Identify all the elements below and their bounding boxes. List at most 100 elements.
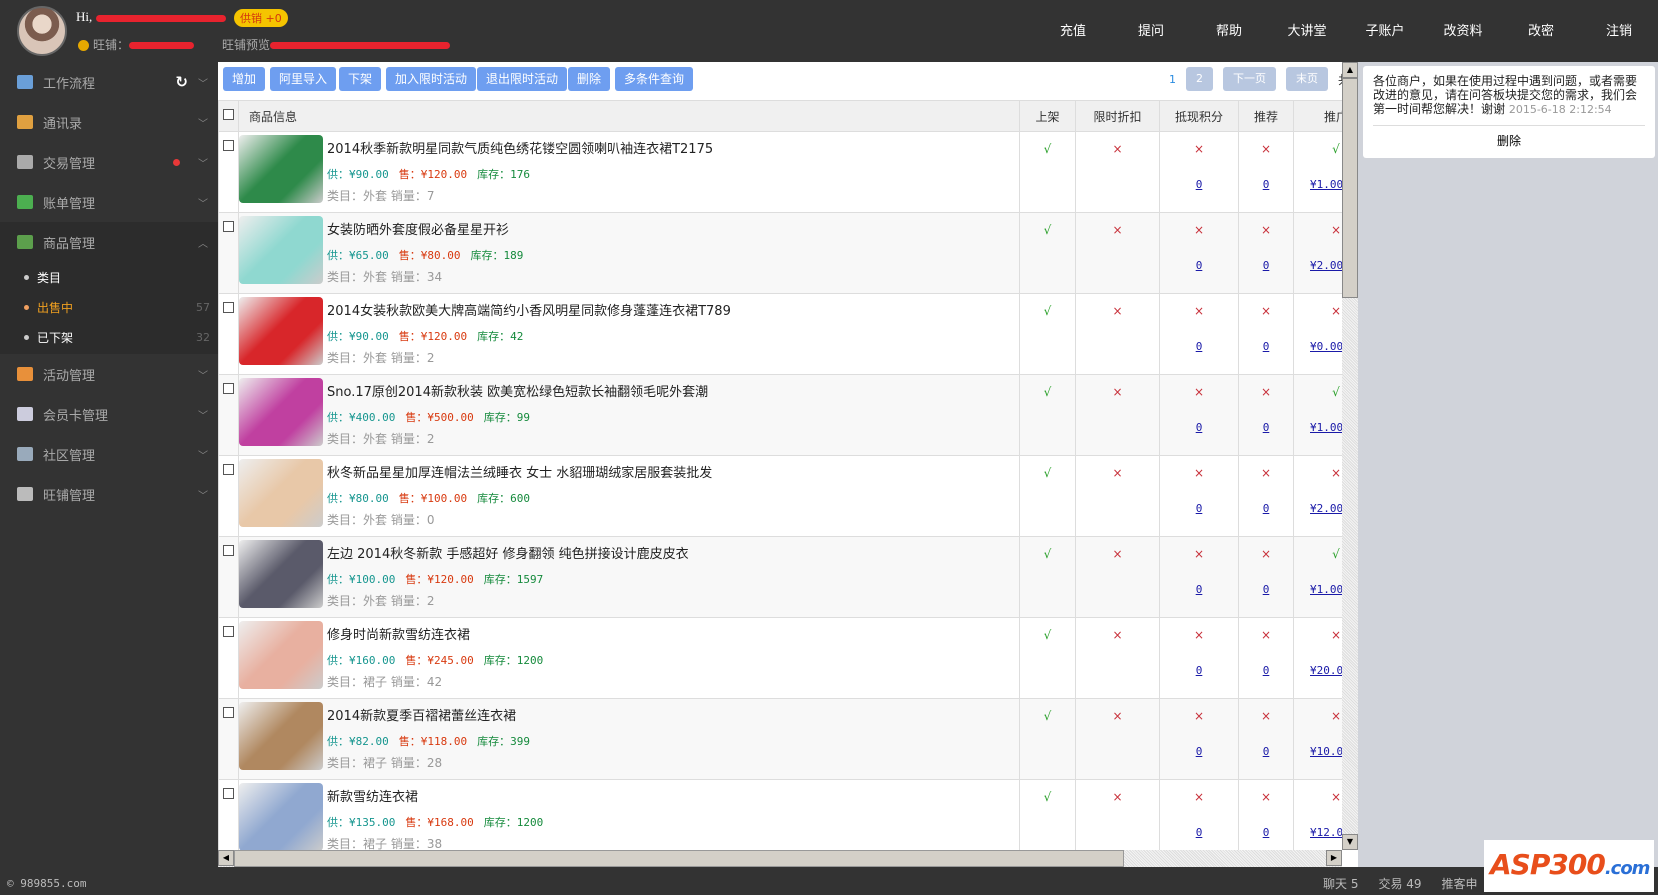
row-select[interactable] <box>218 131 239 213</box>
nav-item-2[interactable]: 帮助 <box>1190 20 1268 39</box>
product-image[interactable] <box>239 702 323 770</box>
product-name[interactable]: 左边 2014秋冬新款 手感超好 修身翻领 纯色拼接设计鹿皮皮衣 <box>327 543 689 562</box>
product-image[interactable] <box>239 378 323 446</box>
points-link[interactable]: 0 <box>1160 340 1238 353</box>
cross-icon[interactable]: × <box>1076 547 1159 561</box>
promoter-apply[interactable]: 推客申 <box>1442 875 1478 892</box>
cross-icon[interactable]: × <box>1076 223 1159 237</box>
toolbar-button-1[interactable]: 阿里导入 <box>270 67 337 91</box>
toolbar-button-6[interactable]: 多条件查询 <box>615 67 694 91</box>
cross-icon[interactable]: × <box>1076 142 1159 156</box>
product-name[interactable]: 秋冬新品星星加厚连帽法兰绒睡衣 女士 水貂珊瑚绒家居服套装批发 <box>327 462 712 481</box>
product-name[interactable]: 修身时尚新款雪纺连衣裙 <box>327 624 543 643</box>
cross-icon[interactable]: × <box>1239 790 1293 804</box>
shop-preview[interactable]: 旺铺预览 <box>222 36 451 53</box>
row-checkbox[interactable] <box>223 545 234 556</box>
cross-icon[interactable]: × <box>1160 790 1238 804</box>
chevron-down-icon[interactable]: ﹀ <box>198 487 208 502</box>
nav-item-0[interactable]: 充值 <box>1034 20 1112 39</box>
column-header-2[interactable]: 限时折扣 <box>1075 100 1160 132</box>
points-link[interactable]: 0 <box>1160 583 1238 596</box>
check-icon[interactable]: √ <box>1020 790 1075 804</box>
product-image[interactable] <box>239 135 323 203</box>
submenu-item-1[interactable]: 出售中 57 <box>0 292 218 322</box>
scroll-down-icon[interactable]: ▼ <box>1342 834 1358 850</box>
cross-icon[interactable]: × <box>1160 547 1238 561</box>
column-header-3[interactable]: 抵现积分 <box>1159 100 1239 132</box>
product-image[interactable] <box>239 216 323 284</box>
cross-icon[interactable]: × <box>1239 547 1293 561</box>
promote-link[interactable]: ¥0.00 <box>1294 340 1342 353</box>
cross-icon[interactable]: × <box>1239 304 1293 318</box>
product-name[interactable]: 女装防晒外套度假必备星星开衫 <box>327 219 523 238</box>
check-icon[interactable]: √ <box>1020 709 1075 723</box>
toolbar-button-5[interactable]: 删除 <box>568 67 611 91</box>
page-2[interactable]: 2 <box>1186 67 1213 91</box>
sidebar-item-8[interactable]: 旺铺管理 ﹀ <box>0 474 218 514</box>
sidebar-item-0[interactable]: 工作流程 ↻ ﹀ <box>0 62 218 102</box>
product-name[interactable]: Sno.17原创2014新款秋装 欧美宽松绿色短款长袖翻领毛呢外套潮 <box>327 381 708 400</box>
product-image[interactable] <box>239 621 323 689</box>
nav-item-1[interactable]: 提问 <box>1112 20 1190 39</box>
cross-icon[interactable]: × <box>1076 304 1159 318</box>
points-link[interactable]: 0 <box>1160 178 1238 191</box>
row-select[interactable] <box>218 455 239 537</box>
promote-link[interactable]: ¥1.00 <box>1294 421 1342 434</box>
check-icon[interactable]: √ <box>1294 142 1342 156</box>
row-checkbox[interactable] <box>223 707 234 718</box>
cross-icon[interactable]: × <box>1239 142 1293 156</box>
points-link[interactable]: 0 <box>1160 664 1238 677</box>
toolbar-button-2[interactable]: 下架 <box>339 67 382 91</box>
promote-link[interactable]: ¥1.00 <box>1294 583 1342 596</box>
next-page-button[interactable]: 下一页 <box>1223 67 1276 91</box>
product-name[interactable]: 2014新款夏季百褶裙蕾丝连衣裙 <box>327 705 530 724</box>
sidebar-item-2[interactable]: 交易管理 ﹀ <box>0 142 218 182</box>
product-image[interactable] <box>239 459 323 527</box>
cross-icon[interactable]: × <box>1294 466 1342 480</box>
select-all[interactable] <box>218 100 239 132</box>
cross-icon[interactable]: × <box>1160 628 1238 642</box>
recommend-link[interactable]: 0 <box>1239 259 1293 272</box>
cross-icon[interactable]: × <box>1239 466 1293 480</box>
cross-icon[interactable]: × <box>1294 709 1342 723</box>
cross-icon[interactable]: × <box>1076 709 1159 723</box>
toolbar-button-3[interactable]: 加入限时活动 <box>386 67 477 91</box>
chevron-up-icon[interactable]: ︿ <box>198 235 208 250</box>
recommend-link[interactable]: 0 <box>1239 421 1293 434</box>
check-icon[interactable]: √ <box>1020 628 1075 642</box>
cross-icon[interactable]: × <box>1076 628 1159 642</box>
chevron-down-icon[interactable]: ﹀ <box>198 75 208 90</box>
chevron-down-icon[interactable]: ﹀ <box>198 155 208 170</box>
recommend-link[interactable]: 0 <box>1239 664 1293 677</box>
column-header-1[interactable]: 上架 <box>1019 100 1076 132</box>
cross-icon[interactable]: × <box>1239 709 1293 723</box>
check-icon[interactable]: √ <box>1020 142 1075 156</box>
sidebar-item-1[interactable]: 通讯录 ﹀ <box>0 102 218 142</box>
nav-item-6[interactable]: 改密 <box>1502 20 1580 39</box>
row-checkbox[interactable] <box>223 383 234 394</box>
cross-icon[interactable]: × <box>1076 385 1159 399</box>
promote-link[interactable]: ¥2.00 <box>1294 259 1342 272</box>
avatar[interactable] <box>17 6 67 56</box>
product-name[interactable]: 2014女装秋款欧美大牌高端简约小香风明星同款修身蓬蓬连衣裙T789 <box>327 300 731 319</box>
scroll-up-icon[interactable]: ▲ <box>1342 62 1358 78</box>
promote-link[interactable]: ¥12.00 <box>1294 826 1342 839</box>
recommend-link[interactable]: 0 <box>1239 583 1293 596</box>
recommend-link[interactable]: 0 <box>1239 178 1293 191</box>
sidebar-item-5[interactable]: 活动管理 ﹀ <box>0 354 218 394</box>
row-checkbox[interactable] <box>223 788 234 799</box>
row-checkbox[interactable] <box>223 626 234 637</box>
cross-icon[interactable]: × <box>1239 385 1293 399</box>
chevron-down-icon[interactable]: ﹀ <box>198 367 208 382</box>
row-select[interactable] <box>218 374 239 456</box>
nav-item-3[interactable]: 大讲堂 <box>1268 20 1346 39</box>
promote-link[interactable]: ¥2.00 <box>1294 502 1342 515</box>
points-link[interactable]: 0 <box>1160 826 1238 839</box>
scroll-left-icon[interactable]: ◀ <box>218 850 234 866</box>
row-checkbox[interactable] <box>223 140 234 151</box>
select-all-checkbox[interactable] <box>223 109 234 120</box>
chevron-down-icon[interactable]: ﹀ <box>198 195 208 210</box>
sidebar-item-7[interactable]: 社区管理 ﹀ <box>0 434 218 474</box>
trade-count[interactable]: 交易 49 <box>1378 875 1421 892</box>
cross-icon[interactable]: × <box>1294 628 1342 642</box>
